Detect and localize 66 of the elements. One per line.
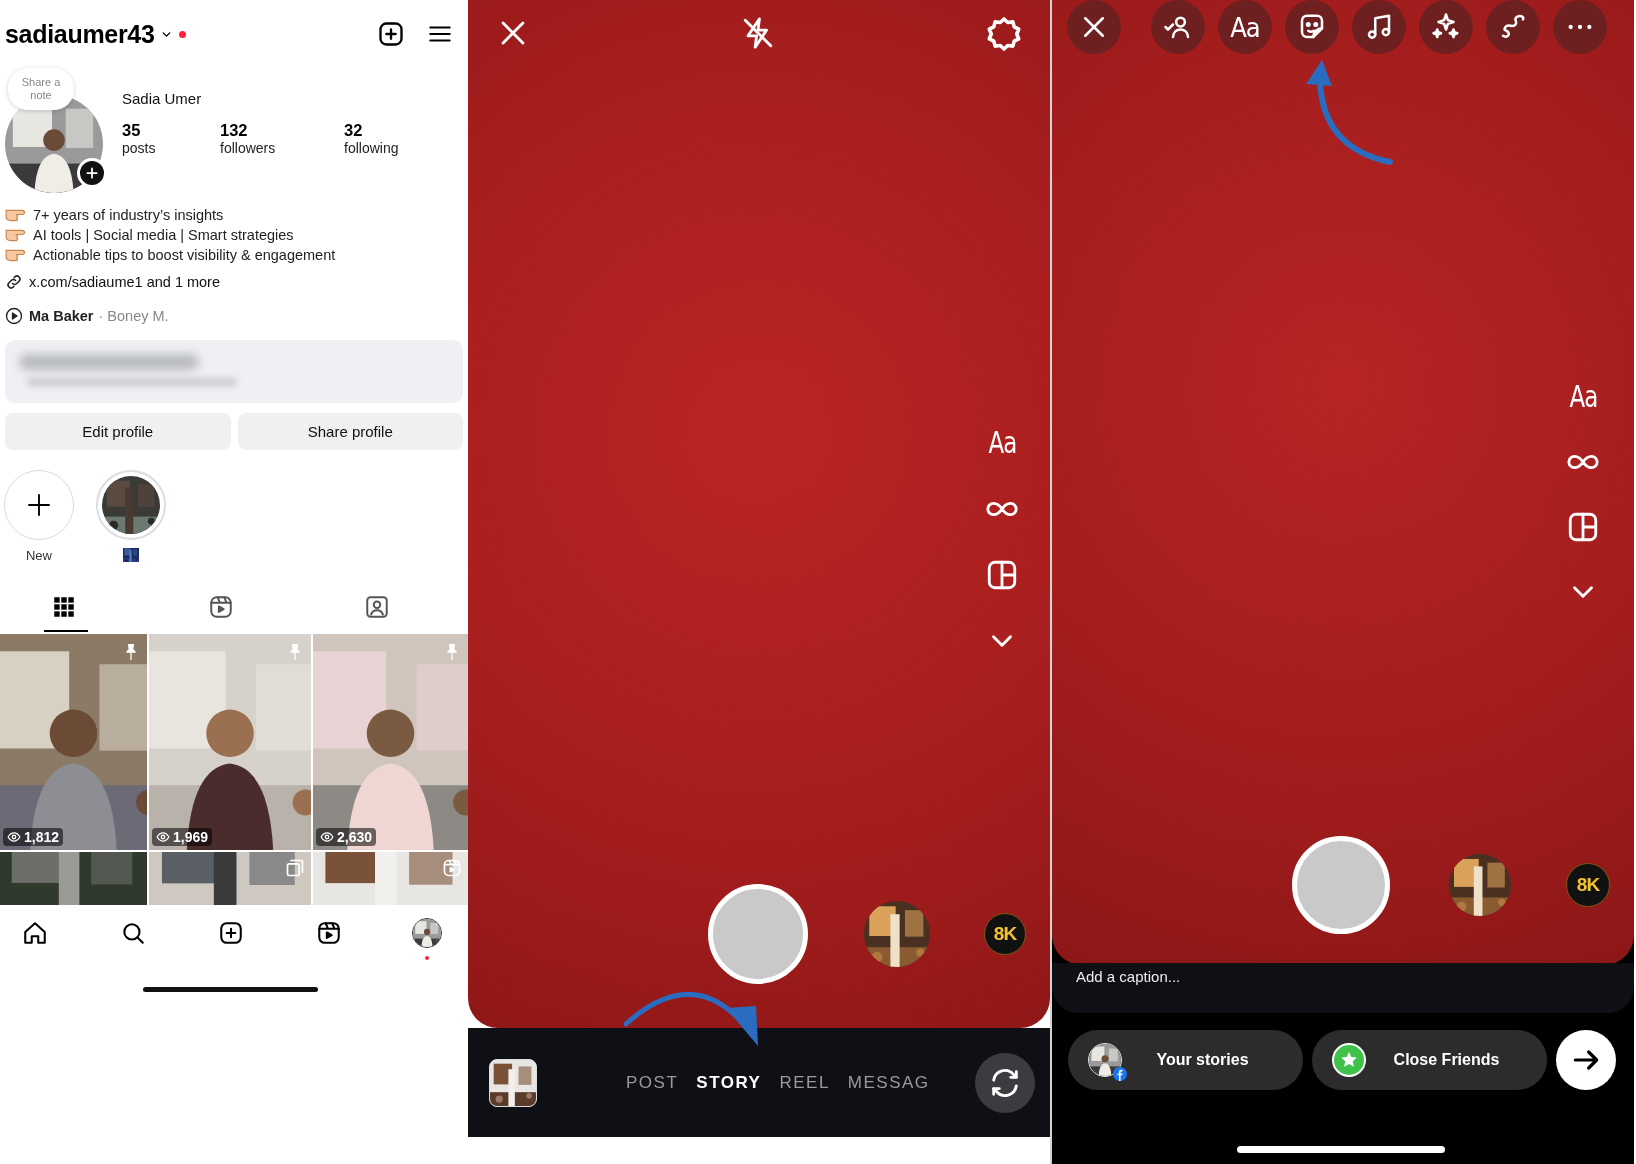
grid-icon [51, 594, 77, 620]
gallery-thumbnail[interactable] [489, 1058, 537, 1107]
song-artist: · Boney M. [98, 308, 169, 324]
sparkles-button[interactable] [1419, 0, 1473, 54]
stat-value: 35 [122, 121, 142, 140]
effect-button[interactable]: 8K [984, 913, 1026, 955]
close-friends-button[interactable]: Close Friends [1312, 1030, 1547, 1090]
profile-button[interactable]: Share profile [237, 413, 463, 450]
username[interactable]: sadiaumer43 [5, 19, 155, 49]
flash-off-icon[interactable] [741, 16, 775, 50]
layout-icon[interactable] [1566, 510, 1600, 544]
stat-label: followers [220, 140, 277, 156]
reels-icon [208, 594, 234, 620]
mode-tab[interactable]: REEL [779, 1072, 830, 1093]
text-tool[interactable]: Aa [987, 426, 1017, 460]
add-story-badge[interactable] [77, 158, 107, 188]
bio-line: Actionable tips to boost visibility & engagement [33, 247, 336, 263]
stat-value: 32 [344, 121, 364, 140]
layout-icon[interactable] [985, 558, 1019, 592]
music-note-button[interactable] [1352, 0, 1406, 54]
tagged-person-icon [364, 594, 390, 620]
effect-button[interactable]: 8K [1566, 863, 1610, 907]
text-tool[interactable]: Aa [1218, 0, 1272, 54]
create-icon[interactable] [377, 20, 405, 48]
tag-people-button[interactable] [1151, 0, 1205, 54]
plus-icon [85, 166, 99, 180]
highlight-label: New [26, 548, 52, 564]
reels-icon[interactable] [316, 919, 342, 947]
reels-icon [442, 858, 462, 878]
eye-icon [7, 830, 21, 844]
create-icon[interactable] [218, 919, 244, 947]
song-title[interactable]: Ma Baker [29, 308, 94, 324]
more-icon [1568, 24, 1592, 30]
display-name: Sadia Umer [122, 90, 203, 107]
carousel-icon [285, 858, 305, 878]
play-circle-icon[interactable] [5, 307, 23, 325]
eye-icon [156, 830, 170, 844]
link-icon [5, 273, 23, 291]
squiggle-button[interactable] [1486, 0, 1540, 54]
profile-link[interactable]: x.com/sadiaume1 and 1 more [29, 274, 220, 290]
facebook-badge-icon [1113, 1067, 1127, 1081]
stat-value: 132 [220, 121, 249, 140]
eye-icon [320, 830, 334, 844]
stat-label: posts [122, 140, 157, 156]
settings-icon[interactable] [986, 16, 1022, 52]
sticker-button[interactable] [1285, 0, 1339, 54]
bio-line: 7+ years of industry’s insights [33, 207, 224, 223]
your-stories-button[interactable]: Your stories [1068, 1030, 1303, 1090]
view-count: 1,969 [173, 829, 209, 845]
text-tool[interactable]: Aa [1568, 380, 1598, 414]
profile-button[interactable]: Edit profile [5, 413, 231, 450]
caption-field[interactable]: Add a caption... [1076, 965, 1376, 987]
bio-line: AI tools | Social media | Smart strategies [33, 227, 294, 243]
mode-tab[interactable]: MESSAG [847, 1072, 930, 1093]
close-button[interactable] [1067, 0, 1121, 54]
pointing-hand-icon [5, 248, 27, 262]
mode-tab[interactable]: POST [626, 1072, 679, 1093]
mode-tab[interactable]: STORY [696, 1072, 762, 1093]
pointing-hand-icon [5, 228, 27, 242]
view-count: 2,630 [337, 829, 373, 845]
view-count: 1,812 [24, 829, 60, 845]
note-bubble[interactable]: Share a note [8, 68, 74, 110]
pointing-hand-icon [5, 208, 27, 222]
stat-label: following [344, 140, 399, 156]
home-icon[interactable] [22, 919, 48, 947]
next-button[interactable] [1556, 1030, 1616, 1090]
